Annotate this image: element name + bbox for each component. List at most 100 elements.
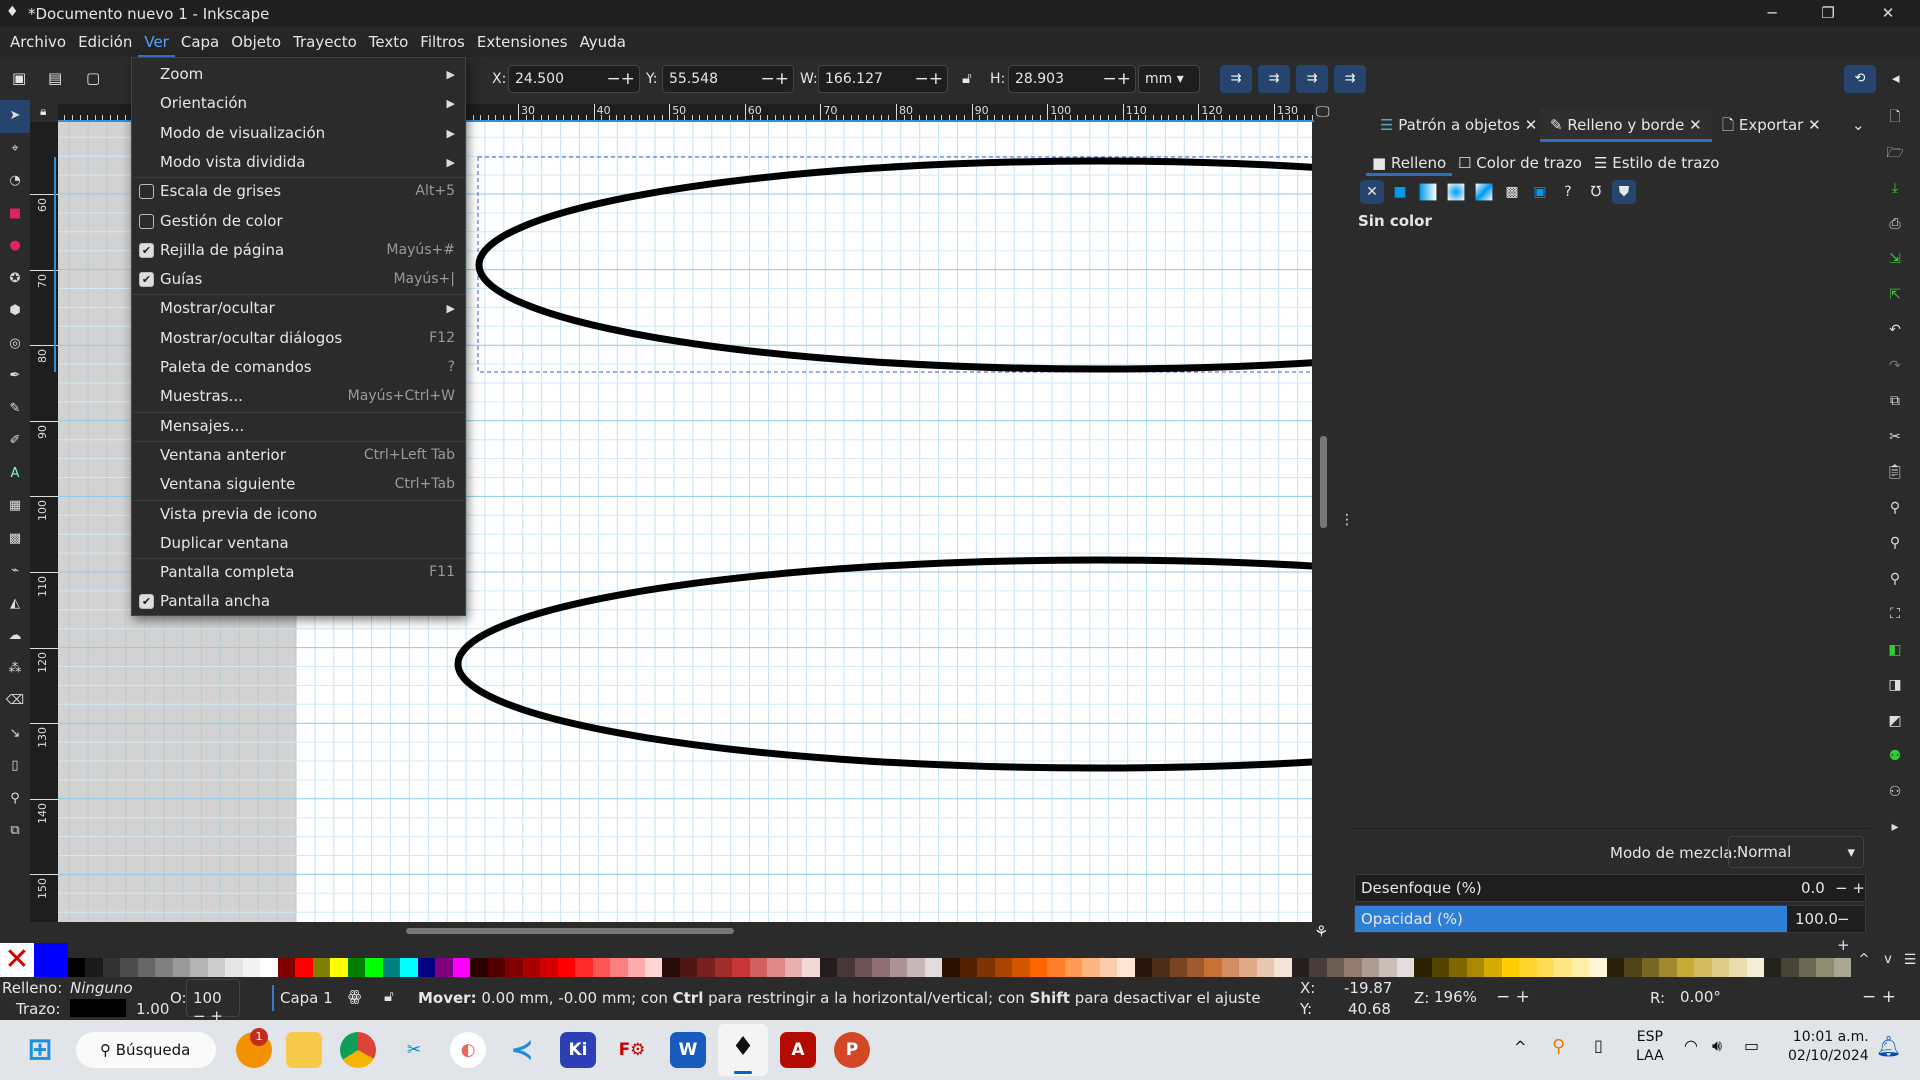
eraser-tool-icon[interactable]: ⌫ xyxy=(0,685,30,718)
color-swatch[interactable] xyxy=(1519,958,1537,977)
group-icon[interactable]: ⚉ xyxy=(1870,739,1920,775)
color-swatch[interactable] xyxy=(242,958,261,977)
mesh-tool-icon[interactable]: ▩ xyxy=(0,523,30,556)
color-swatch[interactable] xyxy=(1763,958,1782,977)
menu-item[interactable]: Ventana anterior Ctrl+Left Tab xyxy=(132,441,465,470)
flat-color-icon[interactable]: ■ xyxy=(1388,180,1412,204)
menu-ver[interactable]: Ver xyxy=(138,27,175,57)
snap-toggle-button[interactable]: ⟲ xyxy=(1844,65,1876,93)
no-color-swatch[interactable]: ✕ xyxy=(0,943,34,977)
calligraphy-tool-icon[interactable]: ✐ xyxy=(0,425,30,458)
measure-tool-icon[interactable]: ⧉ xyxy=(0,815,30,848)
color-swatch[interactable] xyxy=(557,958,576,977)
menu-capa[interactable]: Capa xyxy=(175,27,225,57)
menu-item[interactable]: Mostrar/ocultar diálogos F12 xyxy=(132,324,465,353)
close-button[interactable]: ✕ xyxy=(1860,0,1916,27)
color-swatch[interactable] xyxy=(1047,958,1065,977)
language-indicator[interactable]: ESP LAA xyxy=(1636,1028,1664,1066)
vertical-scrollbar[interactable] xyxy=(1320,436,1327,528)
transform-patterns-button[interactable]: ⇉ xyxy=(1334,65,1366,93)
color-swatch[interactable] xyxy=(575,958,593,977)
undo-icon[interactable]: ↶ xyxy=(1870,313,1920,349)
more-commands-icon[interactable]: ▸ xyxy=(1870,810,1920,846)
color-swatch[interactable] xyxy=(225,958,243,977)
menu-edición[interactable]: Edición xyxy=(72,27,138,57)
color-swatch[interactable] xyxy=(1816,958,1834,977)
color-swatch[interactable] xyxy=(1134,958,1153,977)
color-swatch[interactable] xyxy=(924,958,943,977)
text-tool-icon[interactable]: A xyxy=(0,458,30,491)
color-swatch[interactable] xyxy=(1414,958,1432,977)
new-document-icon[interactable]: 🗋︎ xyxy=(1870,100,1920,136)
zoom-field[interactable]: 196% xyxy=(1430,979,1484,1017)
word-icon[interactable]: W xyxy=(670,1032,706,1068)
save-icon[interactable]: ⤓ xyxy=(1870,171,1920,207)
current-fill-swatch[interactable] xyxy=(34,943,68,977)
cut-icon[interactable]: ✂ xyxy=(1870,420,1920,456)
color-swatch[interactable] xyxy=(1694,958,1712,977)
menu-item[interactable]: ✔ Pantalla ancha xyxy=(132,587,465,616)
usb-icon[interactable]: ▯ xyxy=(1594,1036,1603,1055)
select-all-layers-icon[interactable]: ▤ xyxy=(48,69,62,87)
menu-ayuda[interactable]: Ayuda xyxy=(574,27,632,57)
color-swatch[interactable] xyxy=(137,958,156,977)
layer-lock-icon[interactable]: 🔓︎ xyxy=(384,987,394,1005)
color-swatch[interactable] xyxy=(452,958,471,977)
unlink-clone-icon[interactable]: ◩ xyxy=(1870,704,1920,740)
fill-indicator[interactable]: Ninguno xyxy=(70,979,133,997)
app-icon-3[interactable]: F⚙ xyxy=(614,1032,650,1068)
zoom-drawing-icon[interactable]: ⚲ xyxy=(1870,526,1920,562)
search-box[interactable]: ⚲ Búsqueda xyxy=(76,1032,216,1068)
menu-item[interactable]: Ventana siguiente Ctrl+Tab xyxy=(132,470,465,499)
color-swatch[interactable] xyxy=(1624,958,1642,977)
color-swatch[interactable] xyxy=(400,958,418,977)
color-swatch[interactable] xyxy=(889,958,908,977)
menu-item[interactable]: Escala de grises Alt+5 xyxy=(132,177,465,206)
lock-ratio-icon[interactable]: 🔓︎ xyxy=(962,69,972,87)
unit-select[interactable]: mm ▾ xyxy=(1138,65,1200,93)
subtab-stroke-style[interactable]: ☰ Estilo de trazo xyxy=(1594,150,1719,176)
pen-tool-icon[interactable]: ✒ xyxy=(0,360,30,393)
color-swatch[interactable] xyxy=(68,958,86,977)
color-swatch[interactable] xyxy=(1204,958,1222,977)
scale-stroke-button[interactable]: ⇉ xyxy=(1220,65,1252,93)
color-swatch[interactable] xyxy=(1256,958,1275,977)
color-swatch[interactable] xyxy=(1606,958,1625,977)
paint-bucket-icon[interactable]: ◭ xyxy=(0,588,30,621)
color-swatch[interactable] xyxy=(1379,958,1397,977)
spray-tool-icon[interactable]: ⁂ xyxy=(0,653,30,686)
swatch-icon[interactable]: ▣ xyxy=(1528,180,1552,204)
color-swatch[interactable] xyxy=(732,958,750,977)
fill-rule-nonzero-icon[interactable]: ⛊ xyxy=(1612,180,1636,204)
pages-tool-icon[interactable]: ▯ xyxy=(0,750,30,783)
ellipse-tool-icon[interactable]: ● xyxy=(0,230,30,263)
tabs-menu-icon[interactable]: ⌄ xyxy=(1852,116,1865,134)
menu-item[interactable]: Zoom ▶ xyxy=(132,60,465,89)
checkbox[interactable] xyxy=(139,213,154,229)
scale-corners-button[interactable]: ⇉ xyxy=(1258,65,1290,93)
color-swatch[interactable] xyxy=(1117,958,1135,977)
color-swatch[interactable] xyxy=(1589,958,1607,977)
blur-slider[interactable]: Desenfoque (%) 0.0− + xyxy=(1354,874,1866,902)
color-swatch[interactable] xyxy=(1484,958,1502,977)
checkbox[interactable]: ✔ xyxy=(139,594,154,610)
menu-extensiones[interactable]: Extensiones xyxy=(471,27,574,57)
shape-builder-icon[interactable]: ◔ xyxy=(0,165,30,198)
color-swatch[interactable] xyxy=(347,958,366,977)
color-swatch[interactable] xyxy=(1274,958,1292,977)
menu-trayecto[interactable]: Trayecto xyxy=(287,27,363,57)
color-swatch[interactable] xyxy=(679,958,698,977)
menu-item[interactable]: Gestión de color xyxy=(132,207,465,236)
menu-item[interactable]: Mostrar/ocultar ▶ xyxy=(132,294,465,323)
color-swatch[interactable] xyxy=(120,958,138,977)
color-swatch[interactable] xyxy=(417,958,436,977)
color-swatch[interactable] xyxy=(1729,958,1747,977)
stroke-width[interactable]: 1.00 xyxy=(136,1000,169,1018)
zoom-page-icon[interactable]: ⚲ xyxy=(1870,562,1920,598)
rotation-stepper[interactable]: − + xyxy=(1862,987,1896,1007)
color-swatch[interactable] xyxy=(522,958,541,977)
color-swatch[interactable] xyxy=(942,958,960,977)
menu-objeto[interactable]: Objeto xyxy=(225,27,287,57)
color-swatch[interactable] xyxy=(1466,958,1485,977)
color-swatch[interactable] xyxy=(1781,958,1799,977)
